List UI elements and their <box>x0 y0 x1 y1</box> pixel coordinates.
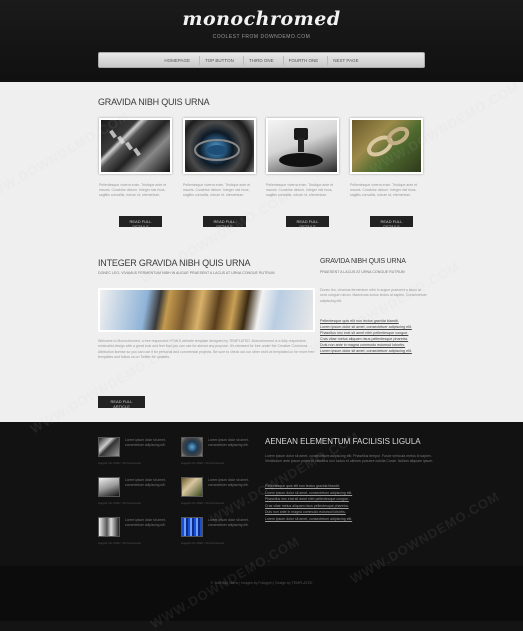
read-full-article-button[interactable]: READ FULL ARTICLE <box>98 396 145 409</box>
footer-post-text: Lorem ipsum dolor sit amet, consectetuer… <box>125 438 166 447</box>
article-banner-image[interactable] <box>98 288 315 332</box>
footer-post-text: Lorem ipsum dolor sit amet, consectetuer… <box>125 518 166 527</box>
sidebar-title: GRAVIDA NIBH QUIS URNA <box>320 258 406 265</box>
nav-item-top-button[interactable]: TOP BUTTON <box>199 55 239 65</box>
page: monochromed COOLEST FROM DOWNDEMO.COM HO… <box>0 0 523 631</box>
footer-post-date: August 19, 2012 | 10 Comments <box>98 501 141 505</box>
header: monochromed COOLEST FROM DOWNDEMO.COM HO… <box>0 0 523 82</box>
sidebar-subtitle: PRAESENT A LACUS AT URNA CONGUE RUTRUM <box>320 270 405 274</box>
footer-post-text: Lorem ipsum dolor sit amet, consectetuer… <box>208 438 249 447</box>
site-logo[interactable]: monochromed <box>0 8 523 30</box>
footer-paragraph: Lorem ipsum dolor sit amet, consectetuer… <box>265 454 434 464</box>
footer-post-date: August 19, 2012 | 10 Comments <box>181 541 224 545</box>
footer-post-thumbnail <box>98 437 120 457</box>
footer-post[interactable]: Lorem ipsum dolor sit amet, consectetuer… <box>98 477 178 505</box>
main-nav: HOMEPAGE TOP BUTTON THIRD ONE FOURTH ONE… <box>98 52 425 68</box>
footer-post-text: Lorem ipsum dolor sit amet, consectetuer… <box>208 478 249 487</box>
footer-post[interactable]: Lorem ipsum dolor sit amet, consectetuer… <box>98 517 178 545</box>
footer-post-date: August 19, 2012 | 10 Comments <box>181 461 224 465</box>
footer-post-date: August 19, 2012 | 10 Comments <box>98 461 141 465</box>
footer-post-thumbnail <box>98 517 120 537</box>
footer-post-thumbnail <box>181 437 203 457</box>
footer-post[interactable]: Lorem ipsum dolor sit amet, consectetuer… <box>181 437 261 465</box>
nav-item-third-one[interactable]: THIRD ONE <box>242 55 279 65</box>
feature-card: Pellentesque viverra enim. Tristique ant… <box>266 118 339 229</box>
knob-photo[interactable] <box>266 118 339 174</box>
nav-item-next-page[interactable]: NEXT PAGE <box>327 55 363 65</box>
article-subtitle: DONEC LEO, VIVAMUS FERMENTUM NIBH IN AUG… <box>98 271 275 275</box>
nav-item-homepage[interactable]: HOMEPAGE <box>159 56 195 65</box>
feature-text: Pellentesque viverra enim. Tristique ant… <box>99 183 167 197</box>
lens-graphic <box>194 139 240 161</box>
feature-card: Pellentesque viverra enim. Tristique ant… <box>183 118 256 229</box>
site-tagline: COOLEST FROM DOWNDEMO.COM <box>212 34 311 40</box>
footer-link[interactable]: Lorem ipsum dolor sit amet, consectetuer… <box>265 516 385 523</box>
knob-graphic <box>279 128 323 167</box>
footer-post-date: August 19, 2012 | 10 Comments <box>98 541 141 545</box>
read-full-details-button[interactable]: READ FULL DETAILS <box>119 216 162 229</box>
camera-lens-photo[interactable] <box>183 118 256 174</box>
footer-links: Pellentesque quis elit non lectus gravid… <box>265 483 385 522</box>
footer-post-thumbnail <box>181 477 203 497</box>
read-full-details-button[interactable]: READ FULL DETAILS <box>370 216 413 229</box>
copyright: © Your Site Name | Images by Fotogrph | … <box>210 581 313 585</box>
sidebar-link[interactable]: Lorem ipsum dolor sit amet, consectetuer… <box>320 348 427 354</box>
feature-text: Pellentesque viverra enim. Tristique ant… <box>350 183 418 197</box>
footer-post-text: Lorem ipsum dolor sit amet, consectetuer… <box>125 478 166 487</box>
article-paragraph: Welcome to Monochromed, a free responsiv… <box>98 339 315 359</box>
footer-post-thumbnail <box>181 517 203 537</box>
nav-item-fourth-one[interactable]: FOURTH ONE <box>282 55 324 65</box>
footer-post-date: August 19, 2012 | 10 Comments <box>181 501 224 505</box>
section-title: GRAVIDA NIBH QUIS URNA <box>98 97 210 107</box>
footer-post-thumbnail <box>98 477 120 497</box>
footer-post[interactable]: Lorem ipsum dolor sit amet, consectetuer… <box>98 437 178 465</box>
feature-text: Pellentesque viverra enim. Tristique ant… <box>183 183 251 197</box>
read-full-details-button[interactable]: READ FULL DETAILS <box>286 216 329 229</box>
bottom-bar <box>0 566 523 621</box>
